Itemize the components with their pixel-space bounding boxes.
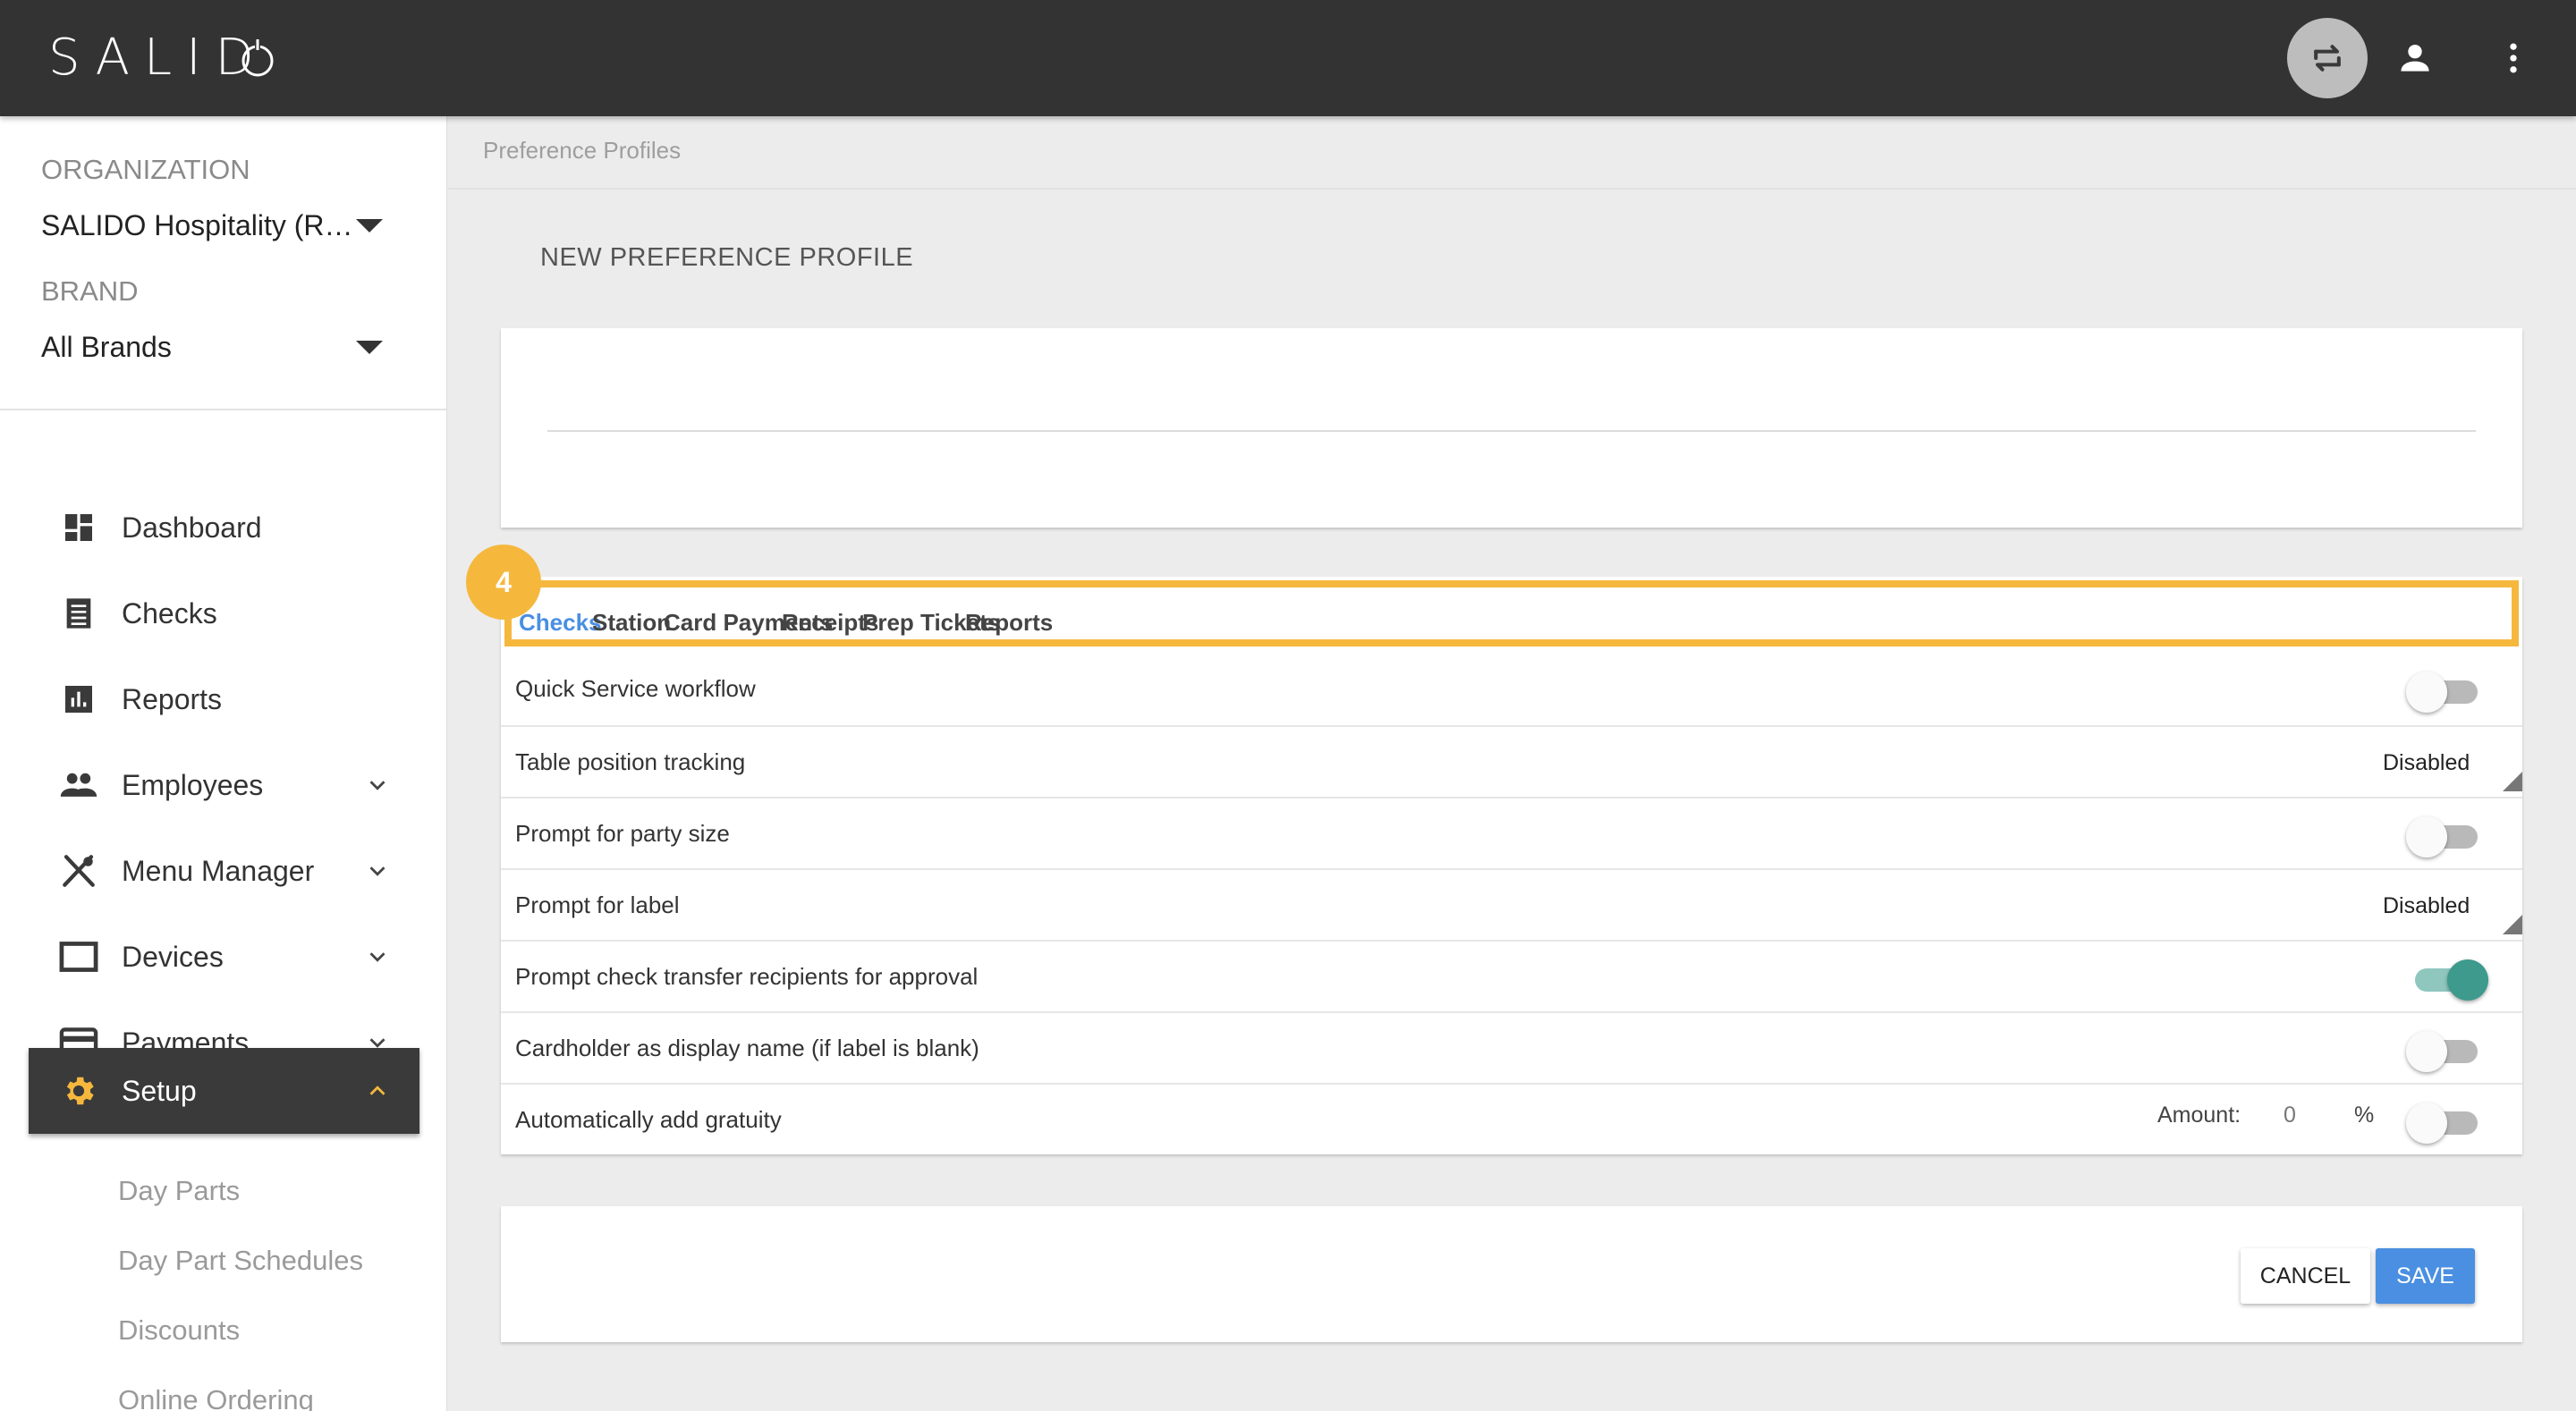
select-arrow-icon[interactable] [2503,772,2522,791]
swap-horiz-icon [2314,45,2341,72]
setting-label: Automatically add gratuity [515,1106,782,1133]
more-vert-icon [2510,43,2517,73]
gear-icon [59,1071,98,1111]
sidebar-item-label: Menu Manager [122,854,315,887]
organization-label: ORGANIZATION [41,154,250,185]
party-size-toggle[interactable] [2406,816,2487,858]
sidebar-item-menu-manager[interactable]: Menu Manager [29,828,419,914]
chevron-up-icon[interactable] [360,1073,395,1109]
setting-row: Automatically add gratuity Amount: 0 % [501,1083,2522,1154]
setting-row: Prompt for party size [501,797,2522,868]
switch-location-button[interactable] [2287,18,2368,98]
sidebar-item-setup[interactable]: Setup [29,1048,419,1134]
organization-select[interactable]: SALIDO Hospitality (Re... [41,209,354,242]
quick-service-toggle[interactable] [2406,672,2487,713]
setting-label: Prompt for label [515,891,680,918]
setting-row: Cardholder as display name (if label is … [501,1011,2522,1083]
setting-label: Prompt check transfer recipients for app… [515,963,979,990]
sidebar-item-reports[interactable]: Reports [29,656,419,742]
receipt-icon [59,594,98,633]
setting-row: Table position tracking Disabled [501,725,2522,797]
page-title: NEW PREFERENCE PROFILE [540,243,914,272]
breadcrumb[interactable]: Preference Profiles [483,137,681,165]
sidebar-item-devices[interactable]: Devices [29,914,419,1000]
sidebar-item-label: Employees [122,768,264,801]
gratuity-amount-label: Amount: [2157,1103,2241,1128]
setting-label: Prompt for party size [515,820,730,847]
table-tracking-select[interactable]: Disabled [2383,750,2469,776]
sidebar-item-dashboard[interactable]: Dashboard [29,485,419,570]
person-icon [2401,44,2429,72]
auto-gratuity-toggle[interactable] [2406,1103,2487,1144]
sidebar-item-checks[interactable]: Checks [29,570,419,656]
sidebar-item-label: Dashboard [122,511,262,544]
cardholder-name-toggle[interactable] [2406,1031,2487,1072]
transfer-approval-toggle[interactable] [2406,959,2488,1001]
brand-label: BRAND [41,275,139,307]
sidebar-divider [0,409,446,410]
cancel-button[interactable]: CANCEL [2241,1248,2370,1304]
setting-label: Quick Service workflow [515,675,756,702]
gratuity-percent-unit: % [2354,1103,2375,1128]
prompt-label-select[interactable]: Disabled [2383,893,2469,919]
bar-chart-icon [59,680,98,719]
setting-row: Prompt check transfer recipients for app… [501,940,2522,1011]
sidebar-item-label: Devices [122,940,224,973]
setting-label: Table position tracking [515,748,746,775]
gratuity-amount-input[interactable]: 0 [2284,1103,2296,1128]
breadcrumb-divider [448,188,2576,190]
sidebar-item-label: Reports [122,682,223,715]
sidebar-item-employees[interactable]: Employees [29,742,419,828]
dashboard-icon [59,508,98,547]
setting-row: Quick Service workflow [501,654,2522,725]
power-o-icon [242,38,274,77]
sidebar-subitem-day-parts[interactable]: Day Parts [118,1175,240,1207]
caret-down-icon[interactable] [356,219,383,232]
salido-logo: SALID [48,29,268,87]
profile-name-card [501,328,2522,528]
tab-bar: Checks Station Card Payments Receipts Pr… [504,580,2519,646]
step-badge: 4 [466,545,541,620]
brand-select[interactable]: All Brands [41,331,354,364]
caret-down-icon[interactable] [356,341,383,354]
tablet-icon [59,937,98,976]
sidebar-subitem-day-part-schedules[interactable]: Day Part Schedules [118,1245,363,1277]
setting-row: Prompt for label Disabled [501,868,2522,940]
chevron-down-icon[interactable] [360,853,395,889]
preferences-card: Checks Station Card Payments Receipts Pr… [501,577,2522,1154]
select-arrow-icon[interactable] [2503,915,2522,934]
sidebar-item-label: Setup [122,1074,197,1107]
chevron-down-icon[interactable] [360,767,395,803]
account-button[interactable] [2379,22,2451,94]
tab-reports[interactable]: Reports [965,609,1053,637]
sidebar-subitem-online-ordering[interactable]: Online Ordering [118,1384,314,1411]
tab-checks[interactable]: Checks [519,609,602,637]
sidebar-subitem-discounts[interactable]: Discounts [118,1314,240,1347]
more-options-button[interactable] [2478,22,2549,94]
actions-card: CANCEL SAVE [501,1206,2522,1342]
tab-station[interactable]: Station [592,609,671,637]
utensils-icon [59,851,98,891]
top-bar: SALID [0,0,2576,116]
sidebar: ORGANIZATION SALIDO Hospitality (Re... B… [0,116,447,1411]
people-icon [59,765,98,805]
save-button[interactable]: SAVE [2376,1248,2475,1304]
sidebar-item-label: Checks [122,596,217,629]
chevron-down-icon[interactable] [360,939,395,975]
setting-label: Cardholder as display name (if label is … [515,1035,979,1061]
profile-name-input[interactable] [547,430,2476,432]
